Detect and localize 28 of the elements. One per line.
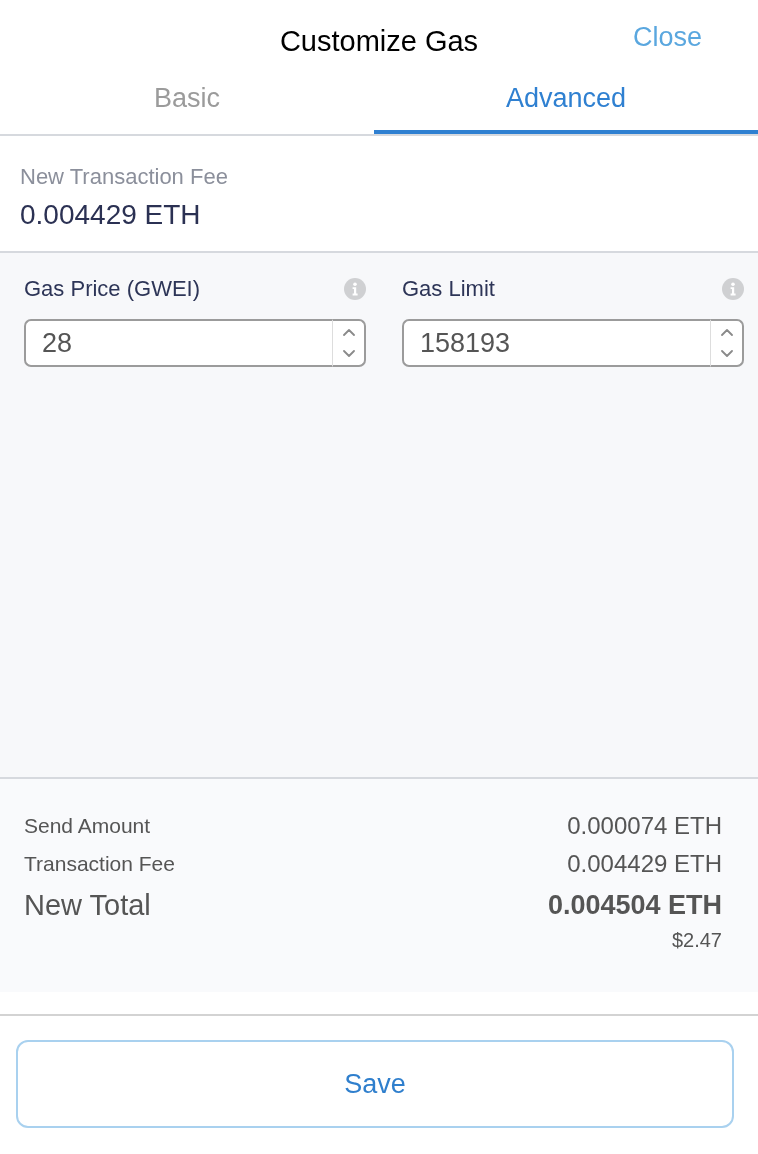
number-input[interactable]: 158193 bbox=[402, 319, 710, 367]
save-button[interactable]: Save bbox=[16, 1040, 734, 1128]
tab[interactable]: Advanced bbox=[374, 76, 758, 134]
field-label: Gas Limit bbox=[402, 275, 495, 303]
stepper-up-button[interactable] bbox=[710, 319, 744, 343]
modal-title: Customize Gas bbox=[279, 24, 479, 59]
fee-value: 0.004429 ETH bbox=[20, 198, 202, 232]
tab[interactable]: Basic bbox=[0, 76, 374, 134]
chevron-up-icon bbox=[342, 328, 355, 336]
field-label: Gas Price (GWEI) bbox=[24, 275, 200, 303]
close-button[interactable]: Close bbox=[632, 20, 702, 56]
info-icon[interactable] bbox=[722, 278, 744, 300]
fiat-value: $2.47 bbox=[671, 928, 722, 953]
chevron-down-icon bbox=[720, 350, 733, 358]
summary-label: Send Amount bbox=[24, 813, 151, 839]
fee-label: New Transaction Fee bbox=[20, 163, 229, 191]
number-input[interactable]: 28 bbox=[24, 319, 332, 367]
chevron-up-icon bbox=[720, 328, 733, 336]
summary-label: Transaction Fee bbox=[24, 851, 175, 877]
summary-value: 0.004429 ETH bbox=[567, 849, 722, 879]
stepper-down-button[interactable] bbox=[710, 343, 744, 367]
summary-label: New Total bbox=[24, 888, 151, 923]
summary-value: 0.000074 ETH bbox=[567, 811, 722, 841]
chevron-down-icon bbox=[342, 350, 355, 358]
info-icon[interactable] bbox=[344, 278, 366, 300]
summary-value: 0.004504 ETH bbox=[547, 889, 722, 922]
stepper-down-button[interactable] bbox=[332, 343, 366, 367]
stepper-up-button[interactable] bbox=[332, 319, 366, 343]
